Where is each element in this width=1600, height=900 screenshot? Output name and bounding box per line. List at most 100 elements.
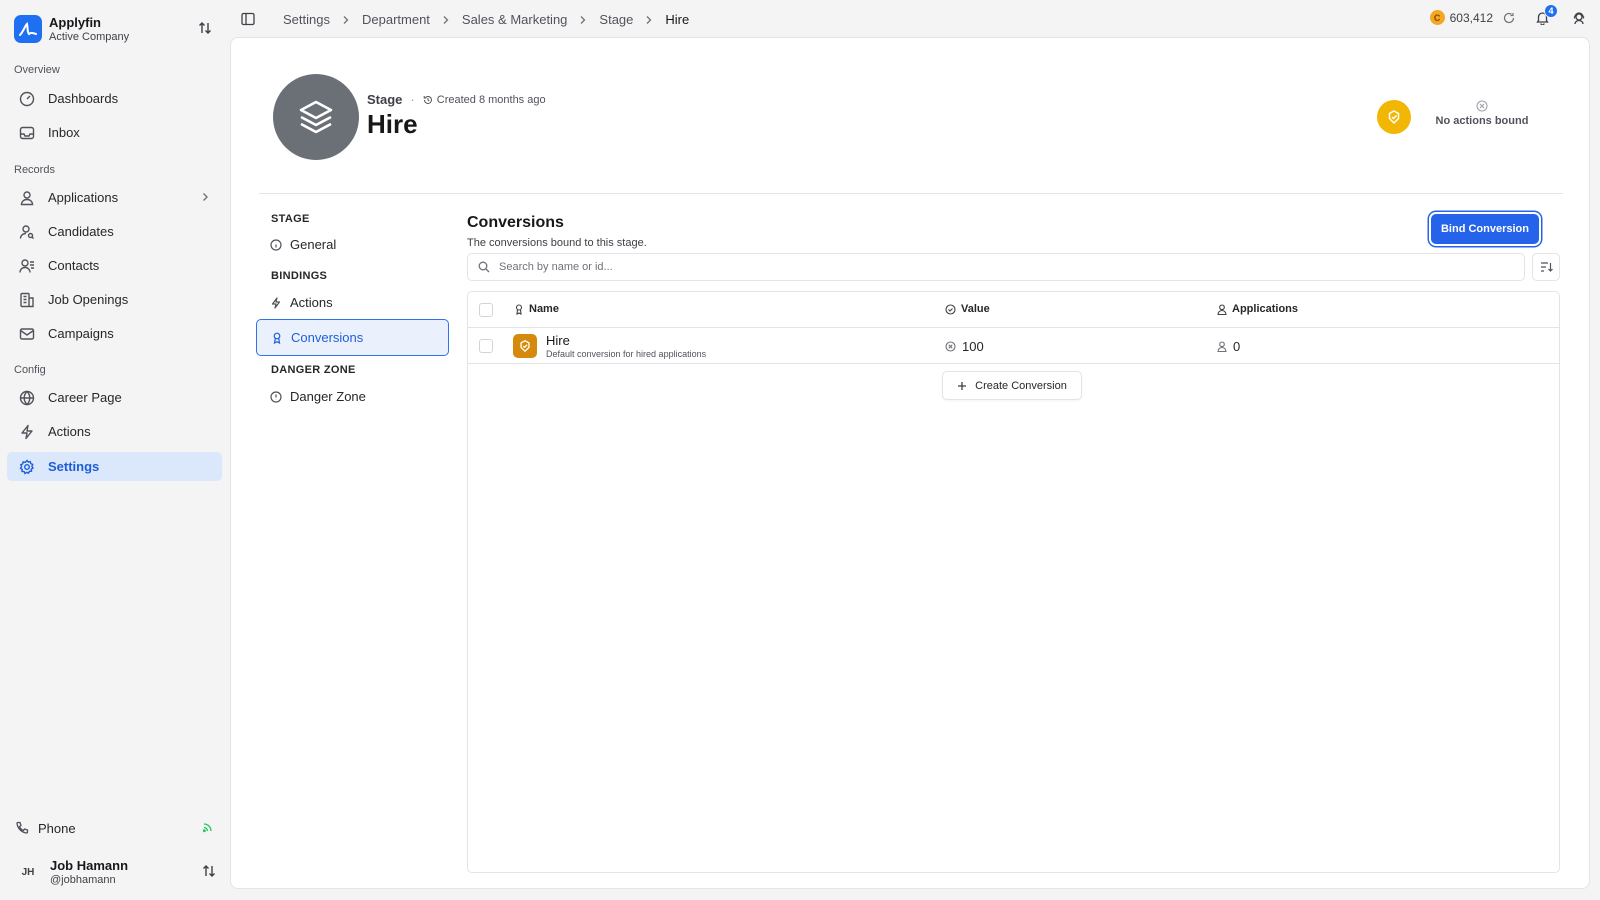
subnav-actions-label: Actions	[290, 295, 333, 310]
conversion-applications-text: 0	[1233, 339, 1241, 354]
no-actions-text: No actions bound	[1435, 115, 1529, 127]
main-panel: Stage · Created 8 months ago Hire No act…	[230, 37, 1590, 889]
table-row[interactable]: Hire Default conversion for hired applic…	[468, 328, 1559, 364]
sidebar-item-label: Inbox	[48, 125, 80, 140]
conversion-badge[interactable]	[1377, 100, 1411, 134]
bolt-icon	[270, 296, 282, 309]
sidebar-item-label: Candidates	[48, 224, 114, 239]
column-applications-label: Applications	[1232, 303, 1299, 315]
sidebar-item-label: Career Page	[48, 390, 122, 405]
divider	[259, 193, 1563, 194]
company-switcher[interactable]: Applyfin Active Company	[14, 14, 218, 44]
sidebar-item-applications[interactable]: Applications	[7, 183, 222, 212]
history-icon	[423, 95, 437, 105]
section-overview: Overview	[14, 64, 60, 76]
globe-icon	[19, 390, 35, 406]
sidebar-item-inbox[interactable]: Inbox	[7, 118, 222, 147]
support-agent-icon[interactable]	[1572, 11, 1586, 25]
column-value[interactable]: Value	[945, 303, 990, 315]
phone-item[interactable]: Phone	[7, 814, 222, 842]
select-all-checkbox[interactable]	[479, 303, 493, 317]
plus-icon	[957, 381, 975, 391]
sidebar-item-settings[interactable]: Settings	[7, 452, 222, 481]
mail-icon	[19, 326, 35, 342]
sort-lines-icon	[1540, 261, 1553, 273]
row-checkbox[interactable]	[479, 339, 493, 353]
phone-label: Phone	[38, 820, 76, 836]
sidebar-item-dashboards[interactable]: Dashboards	[7, 84, 222, 113]
chevron-right-icon	[442, 15, 450, 25]
user-name: Job Hamann	[50, 857, 129, 873]
sidebar-item-label: Settings	[48, 459, 100, 474]
create-conversion-button[interactable]: Create Conversion	[942, 371, 1082, 400]
section-title: Conversions	[467, 214, 564, 231]
column-applications[interactable]: Applications	[1217, 303, 1298, 315]
create-conversion-label: Create Conversion	[975, 379, 1067, 392]
sidebar-item-actions[interactable]: Actions	[7, 417, 222, 446]
sidebar-item-label: Applications	[48, 190, 119, 205]
breadcrumb-sales-marketing[interactable]: Sales & Marketing	[462, 12, 568, 27]
breadcrumb-department[interactable]: Department	[362, 12, 430, 27]
alert-circle-icon	[270, 390, 282, 403]
switch-arrows-icon[interactable]	[202, 864, 216, 878]
gear-icon	[19, 458, 35, 475]
user-handle: @jobhamann	[50, 873, 116, 886]
notifications-button[interactable]: 4	[1535, 4, 1558, 25]
subnav-danger-label: DANGER ZONE	[271, 364, 356, 376]
user-icon	[19, 190, 35, 206]
user-switcher[interactable]: JH Job Hamann @jobhamann	[7, 852, 222, 892]
sort-filter-button[interactable]	[1532, 253, 1560, 281]
switch-arrows-icon[interactable]	[198, 21, 212, 35]
search-field[interactable]	[467, 253, 1525, 281]
value-badge-icon	[945, 341, 962, 352]
created-text: Created 8 months ago	[436, 93, 546, 106]
signal-icon	[202, 821, 214, 833]
conversion-applications: 0	[1217, 339, 1240, 354]
subnav-danger-zone[interactable]: Danger Zone	[256, 378, 449, 415]
sidebar-item-career-page[interactable]: Career Page	[7, 383, 222, 412]
subnav-conversions[interactable]: Conversions	[256, 319, 449, 356]
contacts-icon	[19, 258, 35, 274]
value-badge-icon	[945, 303, 961, 315]
circle-x-icon	[1427, 100, 1537, 112]
search-input[interactable]	[499, 261, 1479, 273]
stage-avatar	[273, 74, 359, 160]
conversions-table: Name Value Applications Hire Default con…	[467, 291, 1560, 873]
inbox-icon	[19, 125, 35, 141]
column-name[interactable]: Name	[514, 303, 559, 315]
subnav-general[interactable]: General	[256, 226, 449, 263]
company-name: Applyfin	[49, 14, 101, 30]
info-circle-icon	[270, 238, 282, 251]
user-search-icon	[19, 224, 35, 240]
created-timestamp: Created 8 months ago	[423, 94, 546, 106]
conversion-tag-icon	[513, 334, 537, 358]
sidebar: Applyfin Active Company Overview Dashboa…	[0, 0, 228, 900]
search-icon	[478, 261, 490, 273]
sidebar-item-contacts[interactable]: Contacts	[7, 251, 222, 280]
credit-balance: 603,412	[1449, 10, 1493, 25]
section-records: Records	[14, 164, 55, 176]
table-header: Name Value Applications	[468, 292, 1559, 328]
breadcrumb: Settings Department Sales & Marketing St…	[283, 12, 689, 27]
sidebar-item-job-openings[interactable]: Job Openings	[7, 285, 222, 314]
subnav-danger-zone-label: Danger Zone	[290, 389, 366, 404]
chevron-right-icon	[645, 15, 653, 25]
refresh-icon[interactable]	[1503, 12, 1515, 24]
conversion-description: Default conversion for hired application…	[546, 349, 707, 359]
sidebar-item-campaigns[interactable]: Campaigns	[7, 319, 222, 348]
subnav-actions[interactable]: Actions	[256, 284, 449, 321]
bind-conversion-button[interactable]: Bind Conversion	[1431, 214, 1539, 244]
user-icon	[1217, 303, 1232, 315]
breadcrumb-settings[interactable]: Settings	[283, 12, 330, 27]
conversion-value-text: 100	[962, 339, 984, 354]
coin-icon: C	[1429, 10, 1445, 25]
chevron-right-icon	[342, 15, 350, 25]
meta-separator: ·	[410, 92, 415, 107]
topbar: Settings Department Sales & Marketing St…	[228, 0, 1600, 38]
sidebar-item-candidates[interactable]: Candidates	[7, 217, 222, 246]
bolt-icon	[19, 424, 35, 440]
sidebar-toggle-icon[interactable]	[241, 12, 255, 26]
breadcrumb-stage[interactable]: Stage	[599, 12, 633, 27]
section-config: Config	[14, 364, 46, 376]
award-icon	[514, 303, 529, 315]
